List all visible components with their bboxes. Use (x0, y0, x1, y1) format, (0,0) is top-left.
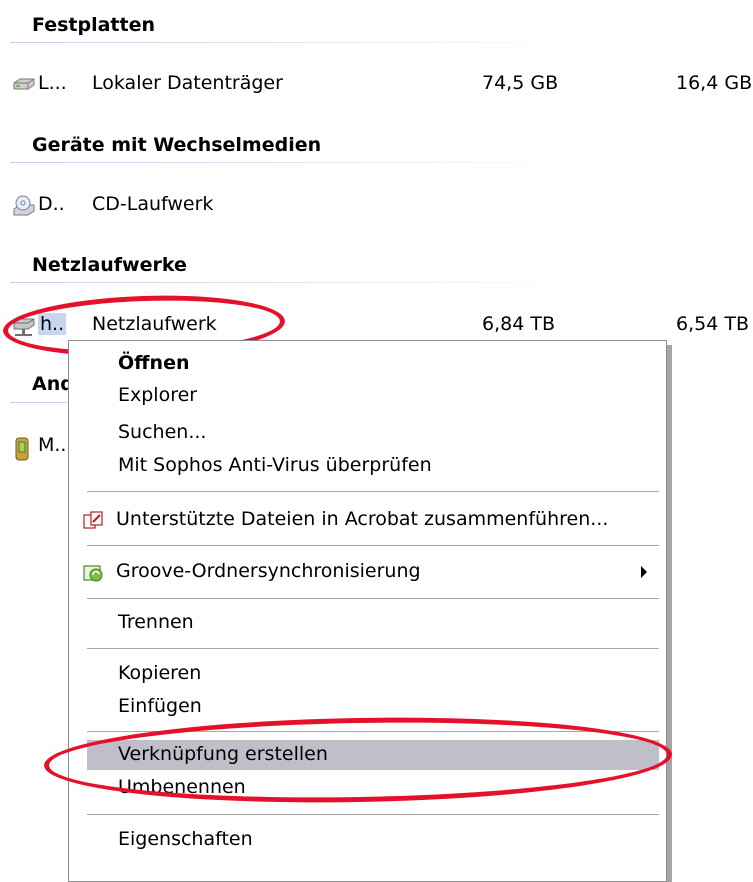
drive-free-space: 16,4 GB (676, 72, 753, 94)
group-header-network: Netzlaufwerke (32, 254, 187, 276)
menu-item-sophos-scan[interactable]: Mit Sophos Anti-Virus überprüfen (69, 451, 659, 481)
menu-item-explorer[interactable]: Explorer (69, 381, 659, 411)
menu-item-rename[interactable]: Umbenennen (69, 773, 659, 803)
drive-type: Netzlaufwerk (92, 313, 217, 335)
device-icon (12, 436, 36, 461)
drive-short-name: h.. (38, 313, 67, 335)
drive-row-network[interactable]: h.. Netzlaufwerk 6,84 TB 6,54 TB (12, 311, 753, 341)
drive-row-cd[interactable]: D.. CD-Laufwerk (12, 191, 753, 221)
submenu-arrow-icon (641, 566, 647, 578)
hard-drive-icon (12, 74, 36, 96)
group-header-hard-disks: Festplatten (32, 14, 155, 36)
menu-separator (87, 598, 659, 599)
menu-separator (87, 545, 659, 546)
menu-item-label: Einfügen (118, 695, 202, 717)
drive-type: CD-Laufwerk (92, 193, 214, 215)
menu-item-label: Umbenennen (118, 776, 246, 798)
drive-row-local[interactable]: L... Lokaler Datenträger 74,5 GB 16,4 GB (12, 70, 753, 100)
drive-total-size: 74,5 GB (482, 72, 559, 94)
acrobat-icon (83, 511, 103, 531)
menu-item-label: Eigenschaften (118, 828, 253, 850)
menu-item-label: Kopieren (118, 662, 202, 684)
menu-item-label: Suchen... (118, 421, 207, 443)
menu-item-properties[interactable]: Eigenschaften (69, 825, 659, 855)
menu-item-open[interactable]: Öffnen (69, 349, 659, 379)
menu-item-groove-sync[interactable]: Groove-Ordnersynchronisierung (69, 557, 659, 587)
menu-separator (87, 491, 659, 492)
menu-item-search[interactable]: Suchen... (69, 418, 659, 448)
group-divider (10, 42, 570, 43)
menu-item-acrobat-merge[interactable]: Unterstützte Dateien in Acrobat zusammen… (69, 505, 659, 535)
group-header-removable: Geräte mit Wechselmedien (32, 134, 322, 156)
group-divider (10, 282, 570, 283)
drive-total-size: 6,84 TB (482, 313, 555, 335)
menu-item-label: Trennen (118, 611, 194, 633)
group-divider (10, 162, 570, 163)
menu-item-label: Explorer (118, 384, 198, 406)
menu-item-label: Groove-Ordnersynchronisierung (116, 560, 421, 582)
menu-item-copy[interactable]: Kopieren (69, 659, 659, 689)
menu-item-label: Mit Sophos Anti-Virus überprüfen (118, 454, 432, 476)
menu-item-create-shortcut[interactable]: Verknüpfung erstellen (87, 740, 659, 770)
drive-short-name: D.. (38, 193, 65, 215)
context-menu: Öffnen Explorer Suchen... Mit Sophos Ant… (68, 340, 667, 882)
drive-short-name: L... (38, 72, 67, 94)
menu-separator (87, 648, 659, 649)
menu-separator (87, 814, 659, 815)
menu-separator (87, 731, 659, 732)
drive-short-name: M.. (38, 434, 67, 456)
menu-item-paste[interactable]: Einfügen (69, 692, 659, 722)
menu-item-label: Öffnen (118, 352, 190, 374)
drive-type: Lokaler Datenträger (92, 72, 283, 94)
cd-drive-icon (12, 195, 36, 217)
menu-item-label: Unterstützte Dateien in Acrobat zusammen… (116, 508, 609, 530)
network-drive-icon (12, 315, 36, 337)
groove-sync-icon (83, 563, 103, 583)
drive-free-space: 6,54 TB (676, 313, 749, 335)
menu-item-label: Verknüpfung erstellen (118, 743, 328, 765)
menu-item-disconnect[interactable]: Trennen (69, 608, 659, 638)
